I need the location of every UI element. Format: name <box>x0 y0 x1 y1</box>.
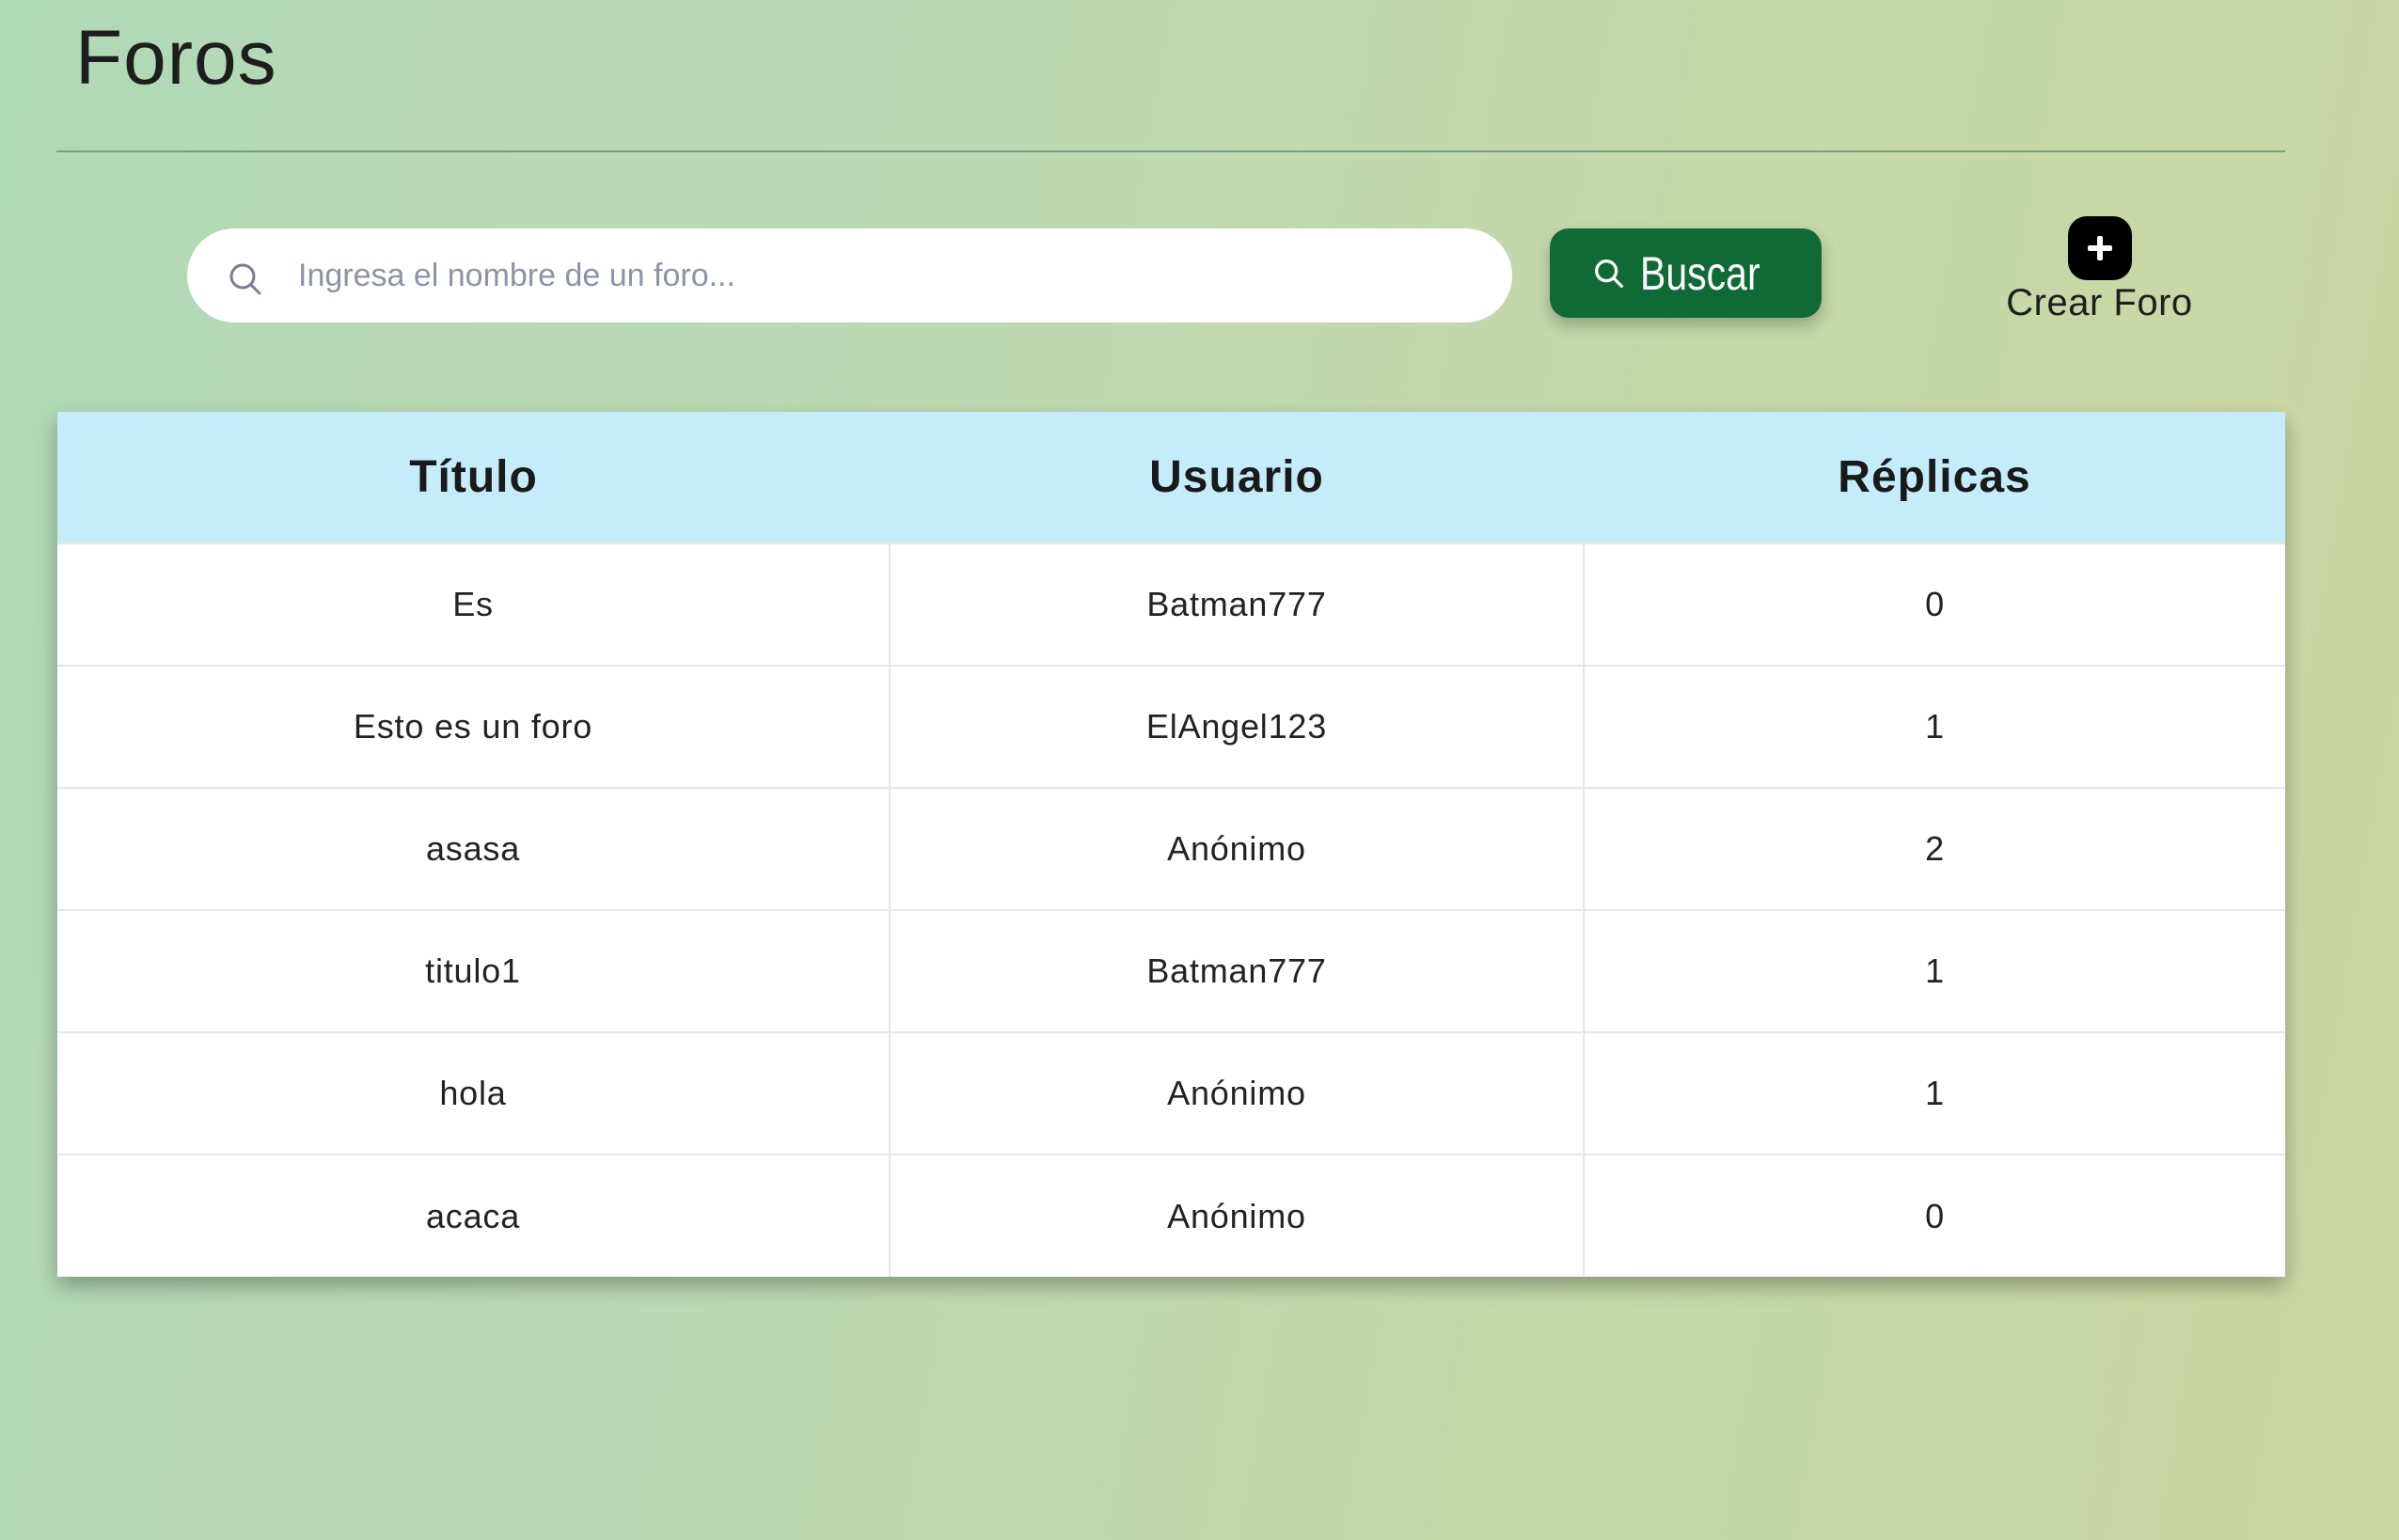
table-row[interactable]: Es Batman777 0 <box>57 542 2285 666</box>
cell-replicas: 1 <box>1583 665 2285 788</box>
cell-titulo[interactable]: Esto es un foro <box>57 665 890 788</box>
table-row[interactable]: hola Anónimo 1 <box>57 1031 2285 1155</box>
table-header-row: Título Usuario Réplicas <box>57 412 2285 543</box>
forums-table: Título Usuario Réplicas Es Batman777 0 E… <box>57 412 2285 1277</box>
crear-foro-label: Crear Foro <box>2006 282 2193 323</box>
cell-titulo[interactable]: hola <box>57 1031 890 1155</box>
cell-usuario: Anónimo <box>889 1154 1584 1277</box>
cell-titulo[interactable]: Es <box>57 542 890 666</box>
cell-usuario: Batman777 <box>889 909 1584 1032</box>
cell-usuario: Batman777 <box>889 542 1584 666</box>
column-header-replicas: Réplicas <box>1838 452 2031 502</box>
cell-titulo[interactable]: titulo1 <box>57 909 890 1032</box>
cell-replicas: 0 <box>1583 542 2285 666</box>
cell-replicas: 1 <box>1583 909 2285 1032</box>
crear-foro-button[interactable]: Crear Foro <box>1984 216 2215 329</box>
cell-usuario: Anónimo <box>889 1031 1584 1155</box>
cell-usuario: ElAngel123 <box>889 665 1584 788</box>
table-row[interactable]: titulo1 Batman777 1 <box>57 909 2285 1032</box>
plus-icon <box>2067 216 2132 280</box>
table-row[interactable]: acaca Anónimo 0 <box>57 1154 2285 1277</box>
column-header-titulo: Título <box>409 452 538 502</box>
search-icon <box>1594 259 1623 288</box>
table-row[interactable]: Esto es un foro ElAngel123 1 <box>57 665 2285 788</box>
search-bar[interactable] <box>187 228 1512 322</box>
buscar-button[interactable]: Buscar <box>1550 228 1822 318</box>
cell-usuario: Anónimo <box>889 787 1584 910</box>
search-input[interactable] <box>298 247 1483 304</box>
cell-replicas: 2 <box>1583 787 2285 910</box>
cell-titulo[interactable]: asasa <box>57 787 890 910</box>
cell-replicas: 1 <box>1583 1031 2285 1155</box>
buscar-label: Buscar <box>1639 246 1760 300</box>
cell-replicas: 0 <box>1583 1154 2285 1277</box>
cell-titulo[interactable]: acaca <box>57 1154 890 1277</box>
search-icon <box>229 263 261 295</box>
table-row[interactable]: asasa Anónimo 2 <box>57 787 2285 910</box>
page-title: Foros <box>75 15 277 101</box>
column-header-usuario: Usuario <box>1149 452 1324 502</box>
title-divider <box>56 150 2285 152</box>
